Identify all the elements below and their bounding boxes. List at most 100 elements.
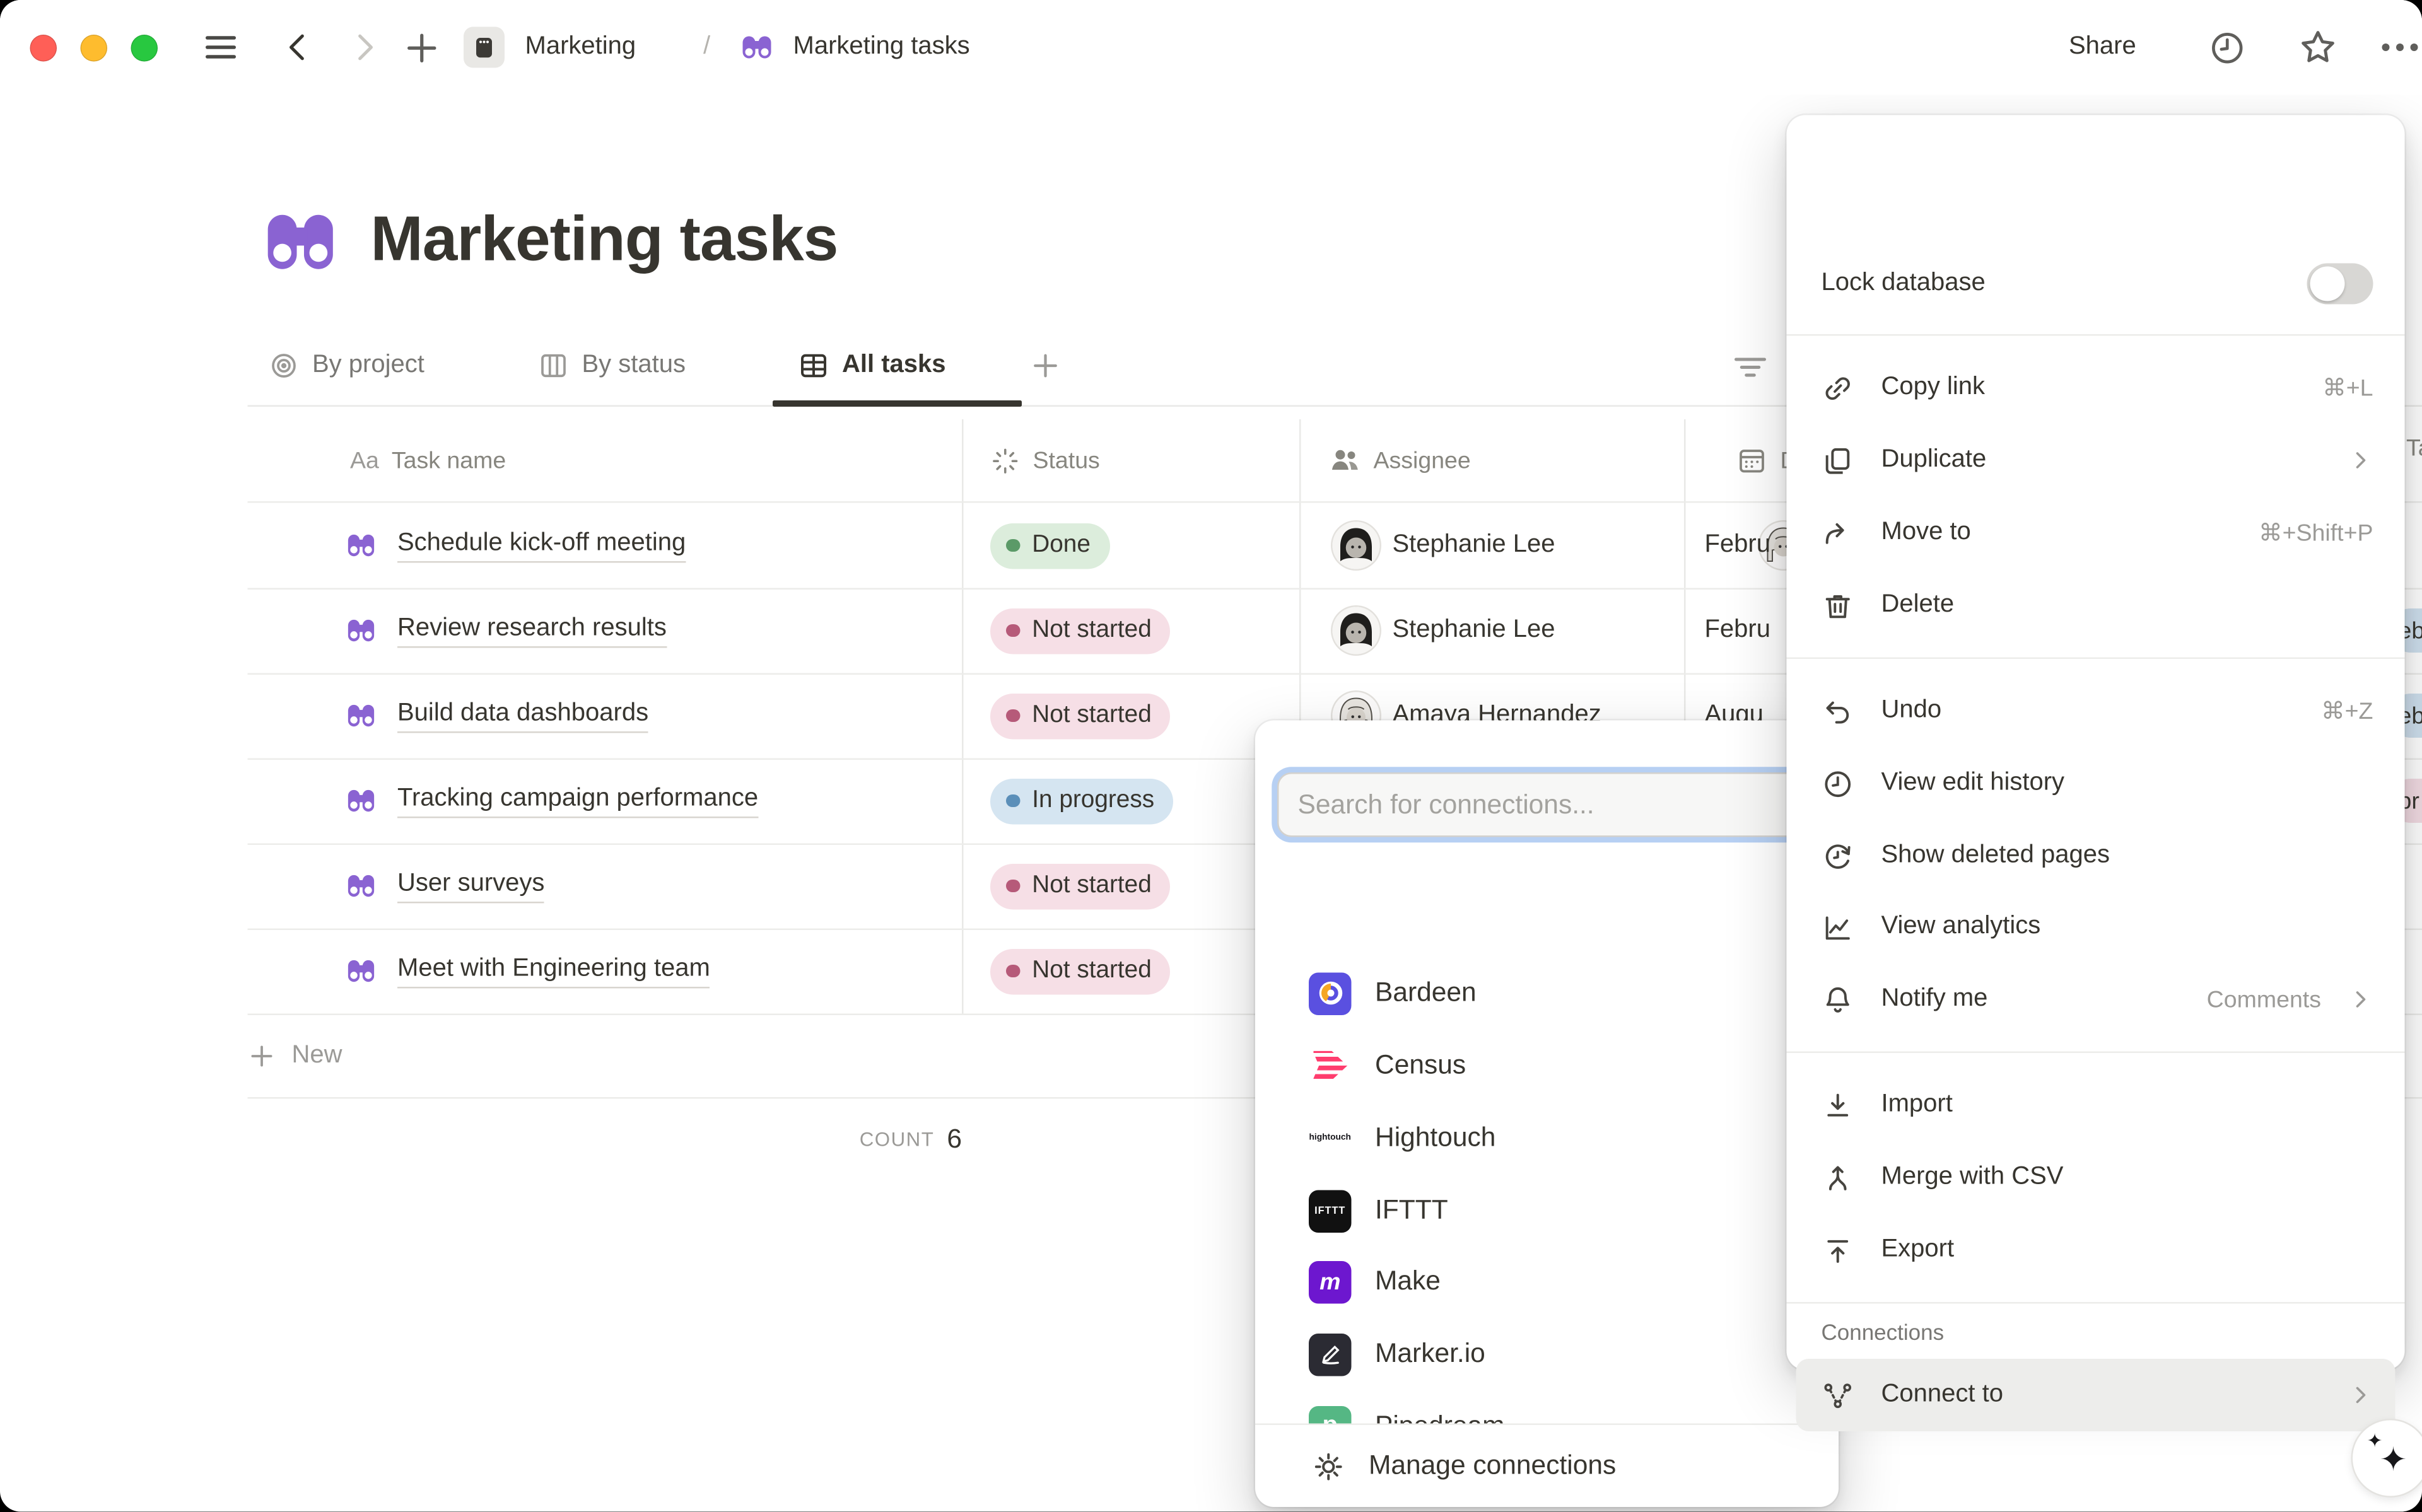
task-cell[interactable]: User surveys (344, 844, 544, 929)
status-dot (1006, 794, 1019, 807)
traffic-light-close[interactable] (30, 34, 57, 61)
column-header-assignee[interactable]: Assignee (1330, 419, 1471, 501)
breadcrumb-page[interactable]: Marketing tasks (793, 0, 970, 95)
filter-icon[interactable] (1731, 349, 1769, 387)
menu-item-connect-to[interactable]: Connect to (1796, 1359, 2396, 1431)
restore-clock-icon (1822, 839, 1855, 873)
menu-item-import[interactable]: Import (1796, 1069, 2396, 1141)
search-input[interactable]: Search for connections... (1277, 772, 1807, 837)
task-cell[interactable]: Schedule kick-off meeting (344, 503, 686, 588)
connection-item-ifttt[interactable]: IFTTT IFTTT (1255, 1175, 1839, 1247)
menu-item-move-to[interactable]: Move to ⌘+Shift+P (1796, 497, 2396, 569)
manage-connections-button[interactable]: Manage connections (1255, 1425, 1839, 1507)
census-logo-icon (1309, 1044, 1352, 1087)
text-property-icon: Aa (350, 447, 379, 474)
menu-item-show-deleted-pages[interactable]: Show deleted pages (1796, 820, 2396, 892)
avatar (1333, 607, 1380, 654)
task-binoculars-icon (344, 528, 378, 563)
connection-item-pipedream[interactable]: p Pipedream (1255, 1390, 1839, 1424)
status-badge[interactable]: Not started (990, 608, 1171, 654)
connection-item-bardeen[interactable]: Bardeen (1255, 957, 1839, 1030)
sidebar-menu-icon[interactable] (202, 0, 240, 95)
menu-item-notify-me[interactable]: Notify me Comments (1796, 963, 2396, 1036)
date-cell[interactable]: Febru (1705, 503, 1770, 588)
task-title[interactable]: Meet with Engineering team (397, 953, 710, 989)
status-dot (1006, 624, 1019, 637)
menu-item-copy-link[interactable]: Copy link ⌘+L (1796, 352, 2396, 424)
menu-item-delete[interactable]: Delete (1796, 569, 2396, 642)
connection-item-marker-io[interactable]: p Marker.io (1255, 1318, 1839, 1390)
back-icon[interactable] (281, 0, 315, 95)
lock-toggle[interactable] (2307, 264, 2373, 305)
menu-item-lock-database[interactable]: Lock database (1796, 248, 2396, 320)
new-page-icon[interactable] (404, 0, 440, 95)
column-header-task-name[interactable]: Aa Task name (350, 419, 506, 501)
menu-item-view-analytics[interactable]: View analytics (1796, 891, 2396, 963)
task-title[interactable]: Build data dashboards (397, 698, 648, 733)
menu-item-view-edit-history[interactable]: View edit history (1796, 747, 2396, 820)
breadcrumb-workspace-icon[interactable] (464, 0, 505, 95)
plus-icon (248, 1041, 276, 1069)
date-cell[interactable]: Febru (1705, 588, 1770, 673)
menu-item-export[interactable]: Export (1796, 1214, 2396, 1286)
connections-popup: Search for connections... Bardeen Census… (1255, 721, 1839, 1508)
hightouch-logo-icon: hightouch (1309, 1117, 1352, 1160)
connection-item-make[interactable]: m Make (1255, 1245, 1839, 1318)
task-title[interactable]: Review research results (397, 613, 667, 648)
bell-icon (1822, 983, 1855, 1016)
share-button[interactable]: Share (2069, 0, 2136, 95)
task-cell[interactable]: Build data dashboards (344, 673, 648, 759)
tab-by-project[interactable]: By project (268, 328, 424, 404)
task-cell[interactable]: Meet with Engineering team (344, 929, 710, 1014)
search-placeholder: Search for connections... (1298, 789, 1594, 820)
connect-to-icon (1822, 1378, 1855, 1412)
page-icon-binoculars[interactable] (257, 199, 344, 286)
sparkle-icon: ✦ (2380, 1441, 2407, 1480)
breadcrumb-root[interactable]: Marketing (525, 0, 636, 95)
more-options-icon[interactable] (2380, 0, 2421, 95)
connection-item-census[interactable]: Census (1255, 1030, 1839, 1102)
assignee-name: Stephanie Lee (1393, 617, 1555, 645)
menu-item-undo[interactable]: Undo ⌘+Z (1796, 675, 2396, 747)
tab-label: All tasks (842, 352, 946, 380)
tag-chip[interactable]: eb (2405, 694, 2422, 738)
marker-io-pen-icon (1309, 1333, 1352, 1376)
task-binoculars-icon (344, 614, 378, 648)
target-icon (268, 350, 300, 381)
move-to-icon (1822, 516, 1855, 550)
task-title[interactable]: Tracking campaign performance (397, 783, 758, 818)
tab-by-status[interactable]: By status (538, 328, 686, 404)
status-badge[interactable]: Not started (990, 948, 1171, 994)
active-tab-underline (773, 400, 1022, 406)
tag-chip[interactable]: eb (2405, 608, 2422, 653)
menu-item-merge-with-csv[interactable]: Merge with CSV (1796, 1141, 2396, 1214)
new-row-button[interactable]: New (248, 1014, 342, 1098)
task-title[interactable]: Schedule kick-off meeting (397, 528, 686, 563)
forward-icon[interactable] (347, 0, 382, 95)
count-value: 6 (947, 1124, 962, 1156)
updates-clock-icon[interactable] (2208, 0, 2247, 95)
status-badge[interactable]: In progress (990, 778, 1173, 824)
tab-all-tasks[interactable]: All tasks (798, 328, 946, 404)
traffic-light-minimize[interactable] (81, 34, 108, 61)
menu-divider (1787, 1302, 2405, 1304)
column-header-status[interactable]: Status (990, 419, 1100, 501)
notion-ai-button[interactable]: ✦ ✦ (2353, 1421, 2422, 1496)
count-summary[interactable]: COUNT 6 (248, 1103, 962, 1176)
menu-divider (1787, 334, 2405, 336)
task-cell[interactable]: Review research results (344, 588, 667, 673)
menu-item-duplicate[interactable]: Duplicate (1796, 424, 2396, 497)
status-badge[interactable]: Done (990, 523, 1109, 569)
tag-chip[interactable]: pr (2405, 779, 2422, 823)
chevron-right-icon (2348, 987, 2373, 1012)
favorite-star-icon[interactable] (2298, 0, 2339, 95)
import-icon (1822, 1088, 1855, 1122)
traffic-light-zoom[interactable] (131, 34, 158, 61)
add-view-icon[interactable] (1030, 350, 1062, 381)
connection-item-hightouch[interactable]: hightouch Hightouch (1255, 1102, 1839, 1175)
task-title[interactable]: User surveys (397, 868, 544, 904)
status-badge[interactable]: Not started (990, 693, 1171, 739)
assignee-cell[interactable]: Stephanie Lee (1333, 588, 1555, 673)
status-badge[interactable]: Not started (990, 863, 1171, 909)
task-cell[interactable]: Tracking campaign performance (344, 759, 758, 844)
